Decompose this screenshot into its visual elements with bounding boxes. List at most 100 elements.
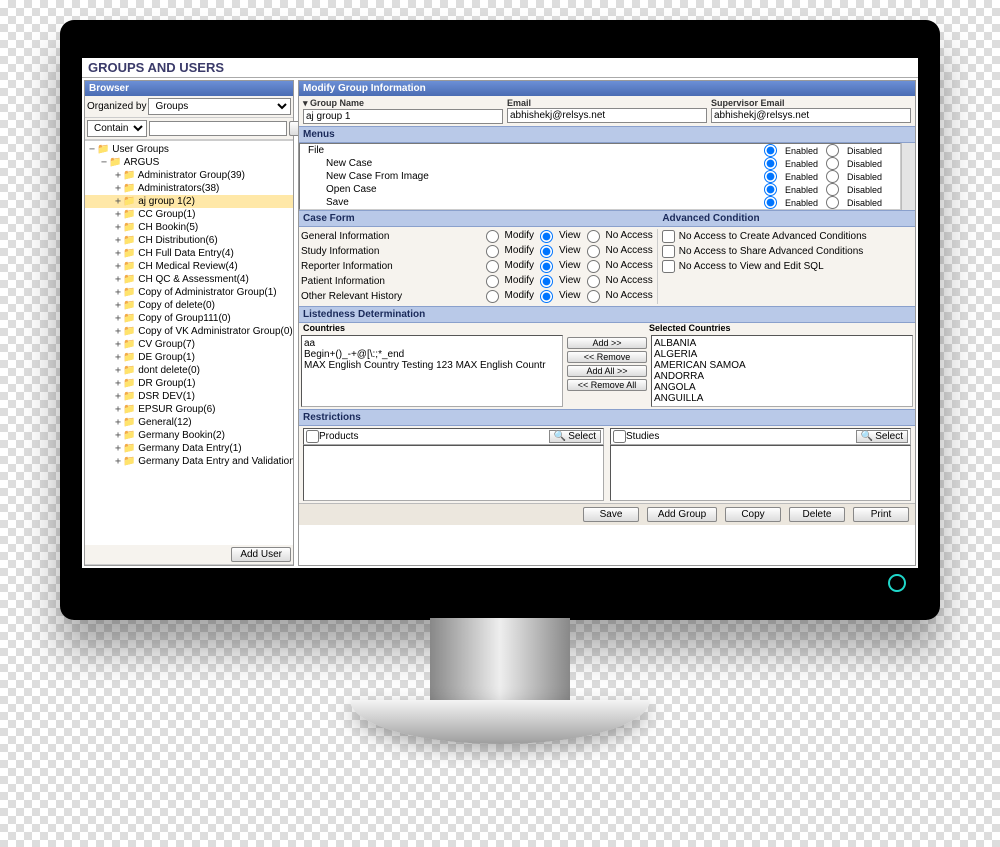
tree-item[interactable]: +📁 Germany Data Entry and Validation xyxy=(85,455,293,468)
list-item[interactable]: MAX English Country Testing 123 MAX Engl… xyxy=(304,360,560,371)
tree-item[interactable]: +📁 General(12) xyxy=(85,416,293,429)
tree-item[interactable]: +📁 DR Group(1) xyxy=(85,377,293,390)
view-radio[interactable] xyxy=(540,275,553,288)
print-button[interactable]: Print xyxy=(853,507,909,522)
adv-checkbox[interactable] xyxy=(662,245,675,258)
expand-icon[interactable]: + xyxy=(113,456,123,467)
disabled-radio[interactable] xyxy=(826,183,839,196)
expand-icon[interactable]: + xyxy=(113,326,123,337)
expand-icon[interactable]: + xyxy=(113,222,123,233)
tree-item[interactable]: +📁 Administrators(38) xyxy=(85,182,293,195)
expand-icon[interactable]: + xyxy=(113,417,123,428)
add-button[interactable]: Add >> xyxy=(567,337,647,349)
delete-button[interactable]: Delete xyxy=(789,507,845,522)
view-radio[interactable] xyxy=(540,245,553,258)
expand-icon[interactable]: − xyxy=(99,157,109,168)
selected-countries-listbox[interactable]: ALBANIAALGERIAAMERICAN SAMOAANDORRAANGOL… xyxy=(651,335,913,407)
enabled-radio[interactable] xyxy=(764,170,777,183)
tree-item[interactable]: +📁 Germany Bookin(2) xyxy=(85,429,293,442)
noaccess-radio[interactable] xyxy=(587,275,600,288)
expand-icon[interactable]: + xyxy=(113,365,123,376)
tree-item[interactable]: +📁 CH Distribution(6) xyxy=(85,234,293,247)
expand-icon[interactable]: + xyxy=(113,443,123,454)
email-input[interactable] xyxy=(507,108,707,123)
remove-all-button[interactable]: << Remove All xyxy=(567,379,647,391)
tree-item[interactable]: +📁 Administrator Group(39) xyxy=(85,169,293,182)
noaccess-radio[interactable] xyxy=(587,260,600,273)
studies-select-button[interactable]: 🔍Select xyxy=(856,430,908,443)
expand-icon[interactable]: + xyxy=(113,287,123,298)
noaccess-radio[interactable] xyxy=(587,245,600,258)
group-tree[interactable]: −📁 User Groups−📁 ARGUS+📁 Administrator G… xyxy=(85,140,293,545)
sup-email-input[interactable] xyxy=(711,108,911,123)
list-item[interactable]: ANGUILLA xyxy=(654,393,910,404)
save-button[interactable]: Save xyxy=(583,507,639,522)
tree-item[interactable]: +📁 CH Bookin(5) xyxy=(85,221,293,234)
tree-item[interactable]: +📁 CH QC & Assessment(4) xyxy=(85,273,293,286)
studies-checkbox[interactable] xyxy=(613,430,626,443)
adv-checkbox[interactable] xyxy=(662,260,675,273)
group-name-input[interactable] xyxy=(303,109,503,124)
enabled-radio[interactable] xyxy=(764,144,777,157)
tree-item[interactable]: +📁 dont delete(0) xyxy=(85,364,293,377)
expand-icon[interactable]: + xyxy=(113,339,123,350)
modify-radio[interactable] xyxy=(486,230,499,243)
list-item[interactable]: ANGOLA xyxy=(654,382,910,393)
enabled-radio[interactable] xyxy=(764,196,777,209)
tree-item[interactable]: +📁 CH Medical Review(4) xyxy=(85,260,293,273)
disabled-radio[interactable] xyxy=(826,170,839,183)
expand-icon[interactable]: + xyxy=(113,209,123,220)
expand-icon[interactable]: + xyxy=(113,352,123,363)
tree-item[interactable]: +📁 Copy of VK Administrator Group(0) xyxy=(85,325,293,338)
tree-item[interactable]: +📁 CV Group(7) xyxy=(85,338,293,351)
view-radio[interactable] xyxy=(540,260,553,273)
scrollbar-stub[interactable] xyxy=(901,143,915,210)
list-item[interactable]: ALBANIA xyxy=(654,338,910,349)
tree-item[interactable]: −📁 ARGUS xyxy=(85,156,293,169)
expand-icon[interactable]: + xyxy=(113,378,123,389)
noaccess-radio[interactable] xyxy=(587,230,600,243)
disabled-radio[interactable] xyxy=(826,144,839,157)
view-radio[interactable] xyxy=(540,230,553,243)
modify-radio[interactable] xyxy=(486,290,499,303)
modify-radio[interactable] xyxy=(486,275,499,288)
view-radio[interactable] xyxy=(540,290,553,303)
disabled-radio[interactable] xyxy=(826,157,839,170)
expand-icon[interactable]: + xyxy=(113,404,123,415)
copy-button[interactable]: Copy xyxy=(725,507,781,522)
filter-input[interactable] xyxy=(149,121,287,136)
tree-item[interactable]: +📁 aj group 1(2) xyxy=(85,195,293,208)
tree-item[interactable]: −📁 User Groups xyxy=(85,143,293,156)
expand-icon[interactable]: + xyxy=(113,274,123,285)
products-select-button[interactable]: 🔍Select xyxy=(549,430,601,443)
expand-icon[interactable]: + xyxy=(113,170,123,181)
expand-icon[interactable]: + xyxy=(113,391,123,402)
tree-item[interactable]: +📁 Copy of Administrator Group(1) xyxy=(85,286,293,299)
menus-list[interactable]: FileEnabledDisabledNew CaseEnabledDisabl… xyxy=(299,143,901,210)
expand-icon[interactable]: + xyxy=(113,235,123,246)
expand-icon[interactable]: + xyxy=(113,313,123,324)
products-checkbox[interactable] xyxy=(306,430,319,443)
match-mode-select[interactable]: Contains xyxy=(87,120,147,137)
expand-icon[interactable]: + xyxy=(113,300,123,311)
tree-item[interactable]: +📁 Germany Data Entry(1) xyxy=(85,442,293,455)
list-item[interactable]: ALGERIA xyxy=(654,349,910,360)
add-all-button[interactable]: Add All >> xyxy=(567,365,647,377)
tree-item[interactable]: +📁 Copy of Group111(0) xyxy=(85,312,293,325)
add-group-button[interactable]: Add Group xyxy=(647,507,717,522)
modify-radio[interactable] xyxy=(486,260,499,273)
tree-item[interactable]: +📁 DSR DEV(1) xyxy=(85,390,293,403)
countries-listbox[interactable]: aaBegin+()_-+@[\:;*_endMAX English Count… xyxy=(301,335,563,407)
tree-item[interactable]: +📁 CH Full Data Entry(4) xyxy=(85,247,293,260)
expand-icon[interactable]: + xyxy=(113,430,123,441)
enabled-radio[interactable] xyxy=(764,183,777,196)
remove-button[interactable]: << Remove xyxy=(567,351,647,363)
noaccess-radio[interactable] xyxy=(587,290,600,303)
expand-icon[interactable]: − xyxy=(87,144,97,155)
tree-item[interactable]: +📁 Copy of delete(0) xyxy=(85,299,293,312)
organized-by-select[interactable]: Groups xyxy=(148,98,291,115)
enabled-radio[interactable] xyxy=(764,157,777,170)
tree-item[interactable]: +📁 CC Group(1) xyxy=(85,208,293,221)
list-item[interactable]: aa xyxy=(304,338,560,349)
list-item[interactable]: AMERICAN SAMOA xyxy=(654,360,910,371)
